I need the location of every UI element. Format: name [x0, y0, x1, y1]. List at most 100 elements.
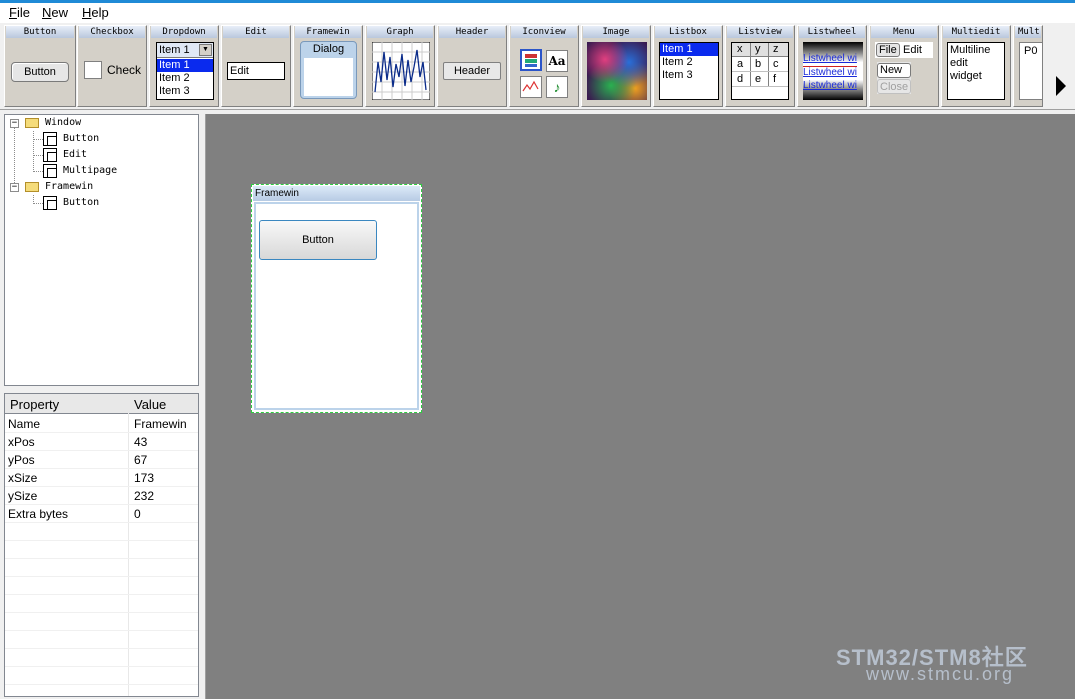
- tree-node-multipage[interactable]: Multipage: [43, 163, 193, 179]
- palette-multiedit-title: Multiedit: [943, 26, 1009, 38]
- menu-help[interactable]: Help: [82, 5, 109, 20]
- property-row[interactable]: Extra bytes 0: [5, 505, 198, 523]
- left-pane: − Window Button Edit Multipage − Framewi…: [0, 111, 204, 699]
- empty-row: [5, 631, 198, 649]
- books-icon: [520, 49, 542, 71]
- canvas-button[interactable]: Button: [259, 220, 377, 260]
- listview-sample: x y z a b c d e f: [731, 42, 789, 100]
- property-grid: Property Value Name Framewin xPos 43 yPo…: [4, 393, 199, 697]
- menu-new[interactable]: New: [42, 5, 68, 20]
- widget-icon: [43, 196, 57, 210]
- listview-row: d e f: [732, 73, 788, 87]
- scroll-right-arrow-icon[interactable]: [1056, 76, 1066, 96]
- graph-sample: [372, 42, 430, 100]
- property-row[interactable]: ySize 232: [5, 487, 198, 505]
- tree-node-framewin-button[interactable]: Button: [43, 195, 193, 211]
- palette-multipage-title: Mult: [1015, 26, 1041, 38]
- edit-sample: Edit: [227, 62, 285, 80]
- empty-row: [5, 577, 198, 595]
- property-column-header[interactable]: Property: [10, 397, 59, 412]
- palette-edit-widget[interactable]: Edit Edit: [221, 25, 291, 107]
- checkbox-sample-box: [84, 61, 102, 79]
- widget-icon: [43, 132, 57, 146]
- multiedit-sample: Multiline edit widget: [947, 42, 1005, 100]
- folder-open-icon: [25, 118, 39, 128]
- listwheel-item: Listwheel wi: [803, 66, 857, 78]
- tree-node-button[interactable]: Button: [43, 131, 193, 147]
- menu-sample-bar: File Edit: [875, 42, 933, 58]
- chevron-down-icon: ▼: [199, 44, 212, 56]
- palette-dropdown-widget[interactable]: Dropdown Item 1 ▼ Item 1 Item 2 Item 3: [149, 25, 219, 107]
- value-column-header[interactable]: Value: [134, 397, 166, 412]
- property-row[interactable]: Name Framewin: [5, 415, 198, 433]
- palette-button-widget[interactable]: Button Button: [4, 25, 76, 107]
- palette-graph-widget[interactable]: Graph: [365, 25, 435, 107]
- listwheel-sample: Listwheel wi Listwheel wi Listwheel wi: [803, 42, 863, 100]
- dropdown-item: Item 2: [159, 72, 190, 84]
- property-row[interactable]: xPos 43: [5, 433, 198, 451]
- palette-menu-widget[interactable]: Menu File Edit New Close: [869, 25, 939, 107]
- palette-listwheel-widget[interactable]: Listwheel Listwheel wi Listwheel wi List…: [797, 25, 867, 107]
- palette-header-widget[interactable]: Header Header: [437, 25, 507, 107]
- dropdown-item: Item 1: [157, 59, 213, 72]
- widget-icon: [43, 148, 57, 162]
- menu-file[interactable]: File: [9, 5, 30, 20]
- empty-row: [5, 649, 198, 667]
- palette-framewin-title: Framewin: [295, 26, 361, 38]
- palette-listwheel-title: Listwheel: [799, 26, 865, 38]
- folder-open-icon: [25, 182, 39, 192]
- listview-header: x y z: [732, 43, 788, 57]
- listbox-item: Item 1: [660, 43, 718, 56]
- font-icon: Aa: [546, 50, 568, 72]
- multipage-sample: P0: [1019, 42, 1042, 100]
- canvas-framewin-title[interactable]: Framewin: [253, 186, 420, 201]
- listbox-sample: Item 1 Item 2 Item 3: [659, 42, 719, 100]
- menu-bar: File New Help: [0, 3, 1075, 23]
- dropdown-sample: Item 1 ▼ Item 1 Item 2 Item 3: [156, 42, 214, 100]
- image-sample: [587, 42, 647, 100]
- palette-multiedit-widget[interactable]: Multiedit Multiline edit widget: [941, 25, 1011, 107]
- empty-row: [5, 595, 198, 613]
- framewin-sample-client: [304, 58, 353, 96]
- palette-menu-title: Menu: [871, 26, 937, 38]
- listbox-item: Item 2: [662, 56, 693, 68]
- palette-dropdown-title: Dropdown: [151, 26, 217, 38]
- tree-node-framewin[interactable]: − Framewin: [10, 179, 190, 195]
- listwheel-item: Listwheel wi: [803, 53, 857, 64]
- palette-edit-title: Edit: [223, 26, 289, 38]
- collapse-icon[interactable]: −: [10, 183, 19, 192]
- widget-palette: Button Button Checkbox Check Dropdown It…: [0, 23, 1075, 110]
- empty-row: [5, 523, 198, 541]
- tree-node-window[interactable]: − Window: [10, 115, 190, 131]
- palette-checkbox-widget[interactable]: Checkbox Check: [77, 25, 147, 107]
- tree-node-edit[interactable]: Edit: [43, 147, 193, 163]
- music-note-icon: ♪: [546, 76, 568, 98]
- palette-iconview-title: Iconview: [511, 26, 577, 38]
- palette-iconview-widget[interactable]: Iconview Aa ♪: [509, 25, 579, 107]
- palette-listbox-widget[interactable]: Listbox Item 1 Item 2 Item 3: [653, 25, 723, 107]
- framewin-sample: Dialog: [300, 41, 357, 99]
- palette-listview-title: Listview: [727, 26, 793, 38]
- palette-checkbox-title: Checkbox: [79, 26, 145, 38]
- palette-multipage-widget[interactable]: Mult P0: [1013, 25, 1043, 107]
- palette-framewin-widget[interactable]: Framewin Dialog: [293, 25, 363, 107]
- empty-row: [5, 613, 198, 631]
- dropdown-item: Item 3: [159, 85, 190, 97]
- palette-listbox-title: Listbox: [655, 26, 721, 38]
- widget-icon: [43, 164, 57, 178]
- listwheel-item: Listwheel wi: [803, 80, 857, 91]
- palette-header-title: Header: [439, 26, 505, 38]
- listview-row: a b c: [732, 58, 788, 72]
- dropdown-selected: Item 1 ▼: [157, 43, 213, 58]
- property-row[interactable]: yPos 67: [5, 451, 198, 469]
- property-row[interactable]: xSize 173: [5, 469, 198, 487]
- empty-row: [5, 667, 198, 685]
- design-canvas[interactable]: Framewin Button: [205, 114, 1075, 699]
- property-grid-header: Property Value: [5, 394, 198, 414]
- canvas-framewin[interactable]: Framewin Button: [251, 184, 422, 413]
- collapse-icon[interactable]: −: [10, 119, 19, 128]
- framewin-sample-caption: Dialog: [312, 43, 345, 55]
- palette-image-widget[interactable]: Image: [581, 25, 651, 107]
- menu-sample-dropdown: New Close: [877, 62, 911, 94]
- palette-listview-widget[interactable]: Listview x y z a b c d e f: [725, 25, 795, 107]
